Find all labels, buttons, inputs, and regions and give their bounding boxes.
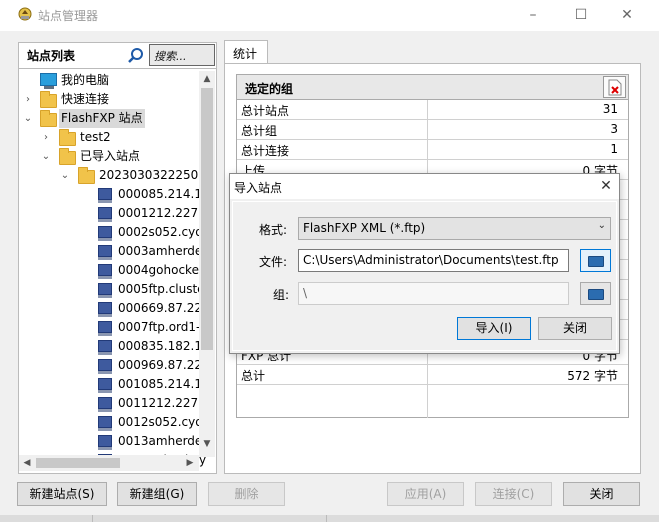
scroll-left-arrow-icon[interactable]: ◀ <box>19 455 35 471</box>
site-list-header: 站点列表 搜索... <box>18 42 217 68</box>
chevron-down-icon: ⌄ <box>597 220 606 231</box>
collapse-icon[interactable]: ⌄ <box>41 147 51 166</box>
server-icon <box>98 321 112 336</box>
server-icon <box>98 283 112 298</box>
dialog-close-button[interactable]: 关闭 <box>538 317 612 340</box>
selected-group-header: 选定的组 <box>236 74 629 100</box>
expand-icon[interactable]: › <box>41 128 51 147</box>
table-row: 总计 572 字节 <box>237 365 628 385</box>
tree-item-imported-sites[interactable]: ⌄ 已导入站点 <box>19 147 199 166</box>
dialog-body: 格式: FlashFXP XML (*.ftp) ⌄ 文件: C:\Users\… <box>232 201 617 351</box>
apply-button[interactable]: 应用(A) <box>387 482 464 506</box>
folder-icon <box>40 91 57 108</box>
tree-item-flashfxp-sites[interactable]: ⌄ FlashFXP 站点 <box>19 109 199 128</box>
horizontal-scroll-thumb[interactable] <box>36 458 120 468</box>
server-icon <box>98 378 112 393</box>
collapse-icon[interactable]: ⌄ <box>60 166 70 185</box>
server-icon <box>98 359 112 374</box>
tree-item-site[interactable]: 0003amherdev <box>19 242 209 261</box>
server-icon <box>98 226 112 241</box>
tree-item-my-computer[interactable]: 我的电脑 <box>19 71 199 90</box>
format-select[interactable]: FlashFXP XML (*.ftp) ⌄ <box>298 217 611 240</box>
tree-item-site[interactable]: 0012s052.cyon <box>19 413 210 432</box>
tree-item-site[interactable]: 000669.87.222 <box>19 299 210 318</box>
file-label: 文件: <box>259 255 288 269</box>
server-icon <box>98 188 112 203</box>
tree-item-site[interactable]: 0001212.227.2 <box>19 204 210 223</box>
tree-item-site[interactable]: 000085.214.15 <box>19 185 210 204</box>
connect-button[interactable]: 连接(C) <box>475 482 552 506</box>
close-button[interactable]: 关闭 <box>563 482 640 506</box>
open-folder-icon <box>588 289 604 300</box>
tree-item-site[interactable]: 0002s052.cyon <box>19 223 210 242</box>
dialog-close-icon[interactable]: ✕ <box>596 176 616 196</box>
new-group-button[interactable]: 新建组(G) <box>117 482 197 506</box>
server-icon <box>98 340 112 355</box>
expand-icon[interactable]: › <box>23 90 33 109</box>
folder-icon <box>59 129 76 146</box>
server-icon <box>98 207 112 222</box>
browse-group-button[interactable] <box>580 282 611 305</box>
minimize-button[interactable]: – <box>521 3 545 27</box>
server-icon <box>98 264 112 279</box>
close-window-button[interactable]: ✕ <box>615 3 639 27</box>
dialog-title: 导入站点 <box>234 181 283 195</box>
folder-icon <box>40 110 57 127</box>
import-sites-dialog: 导入站点 ✕ 格式: FlashFXP XML (*.ftp) ⌄ 文件: C:… <box>229 173 620 354</box>
folder-icon <box>59 148 76 165</box>
folder-icon <box>78 167 95 184</box>
tree-item-import-date-folder[interactable]: ⌄ 20230303222501 <box>19 166 206 185</box>
title-bar: 站点管理器 – ☐ ✕ <box>0 0 659 31</box>
server-icon <box>98 416 112 431</box>
maximize-button[interactable]: ☐ <box>569 3 593 27</box>
table-row: 总计站点 31 <box>237 100 628 120</box>
tree-item-site[interactable]: 0005ftp.cluste <box>19 280 205 299</box>
tree-item-site[interactable]: 000835.182.19 <box>19 337 210 356</box>
scroll-right-arrow-icon[interactable]: ▶ <box>182 455 198 471</box>
server-icon <box>98 245 112 260</box>
vertical-scroll-thumb[interactable] <box>201 88 213 350</box>
delete-button[interactable]: 删除 <box>208 482 285 506</box>
tree-item-site[interactable]: 0007ftp.ord1-1 <box>19 318 208 337</box>
dialog-title-bar: 导入站点 ✕ <box>230 174 619 199</box>
tree-item-site[interactable]: 000969.87.222 <box>19 356 210 375</box>
delete-document-icon <box>608 79 622 96</box>
group-input[interactable]: \ <box>298 282 569 305</box>
format-label: 格式: <box>259 223 288 237</box>
tree-item-quick-connect[interactable]: › 快速连接 <box>19 90 199 109</box>
site-tree[interactable]: 我的电脑 › 快速连接 ⌄ FlashFXP 站点 › test2 ⌄ 已导入站… <box>18 68 217 474</box>
collapse-icon[interactable]: ⌄ <box>23 109 33 128</box>
site-list-title: 站点列表 <box>27 49 76 63</box>
tree-item-site[interactable]: 0004gohockey <box>19 261 206 280</box>
table-row: 总计连接 1 <box>237 140 628 160</box>
import-button[interactable]: 导入(I) <box>457 317 531 340</box>
window-title: 站点管理器 <box>38 9 99 23</box>
site-manager-app-icon <box>18 7 32 21</box>
scroll-down-arrow-icon[interactable]: ▼ <box>199 436 215 452</box>
browse-file-button[interactable] <box>580 249 611 272</box>
tree-item-site[interactable]: 001085.214.15 <box>19 375 210 394</box>
table-row: 总计组 3 <box>237 120 628 140</box>
tree-item-site[interactable]: 0011212.227.2 <box>19 394 210 413</box>
file-path-input[interactable]: C:\Users\Administrator\Documents\test.ft… <box>298 249 569 272</box>
open-folder-icon <box>588 256 604 267</box>
computer-icon <box>40 73 57 89</box>
taskbar-divider <box>92 515 327 522</box>
server-icon <box>98 435 112 450</box>
tab-statistics[interactable]: 统计 <box>224 40 268 64</box>
clear-stats-button[interactable] <box>603 76 626 98</box>
scroll-up-arrow-icon[interactable]: ▲ <box>199 71 215 87</box>
search-input[interactable]: 搜索... <box>149 44 215 66</box>
tree-item-test2[interactable]: › test2 <box>19 128 199 147</box>
tree-item-site[interactable]: 0013amherdev <box>19 432 209 451</box>
group-label: 组: <box>273 288 290 302</box>
server-icon <box>98 397 112 412</box>
server-icon <box>98 302 112 317</box>
search-icon[interactable] <box>127 47 145 65</box>
new-site-button[interactable]: 新建站点(S) <box>17 482 107 506</box>
